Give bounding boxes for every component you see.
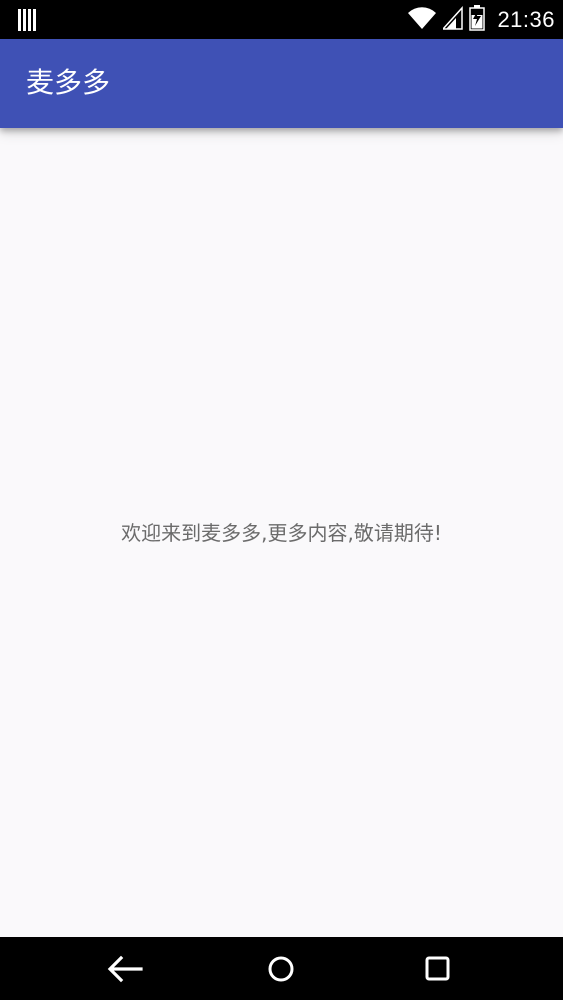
status-time: 21:36 xyxy=(497,6,555,32)
welcome-message: 欢迎来到麦多多,更多内容,敬请期待! xyxy=(121,521,442,545)
notification-icon xyxy=(18,9,38,31)
main-content: 欢迎来到麦多多,更多内容,敬请期待! xyxy=(0,128,563,937)
app-title: 麦多多 xyxy=(26,66,111,99)
signal-icon xyxy=(441,5,464,34)
back-icon xyxy=(107,955,143,982)
battery-icon xyxy=(469,4,486,35)
navigation-bar xyxy=(0,937,563,1000)
back-button[interactable] xyxy=(85,937,165,1000)
wifi-icon xyxy=(407,6,437,34)
home-icon xyxy=(268,956,294,981)
app-screen: 21:36 麦多多 欢迎来到麦多多,更多内容,敬请期待! xyxy=(0,0,563,1000)
recents-icon xyxy=(425,956,450,980)
status-bar: 21:36 xyxy=(0,0,563,39)
status-icons: 21:36 xyxy=(407,0,555,39)
home-button[interactable] xyxy=(241,937,321,1000)
recents-button[interactable] xyxy=(398,937,478,1000)
app-bar: 麦多多 xyxy=(0,39,563,128)
